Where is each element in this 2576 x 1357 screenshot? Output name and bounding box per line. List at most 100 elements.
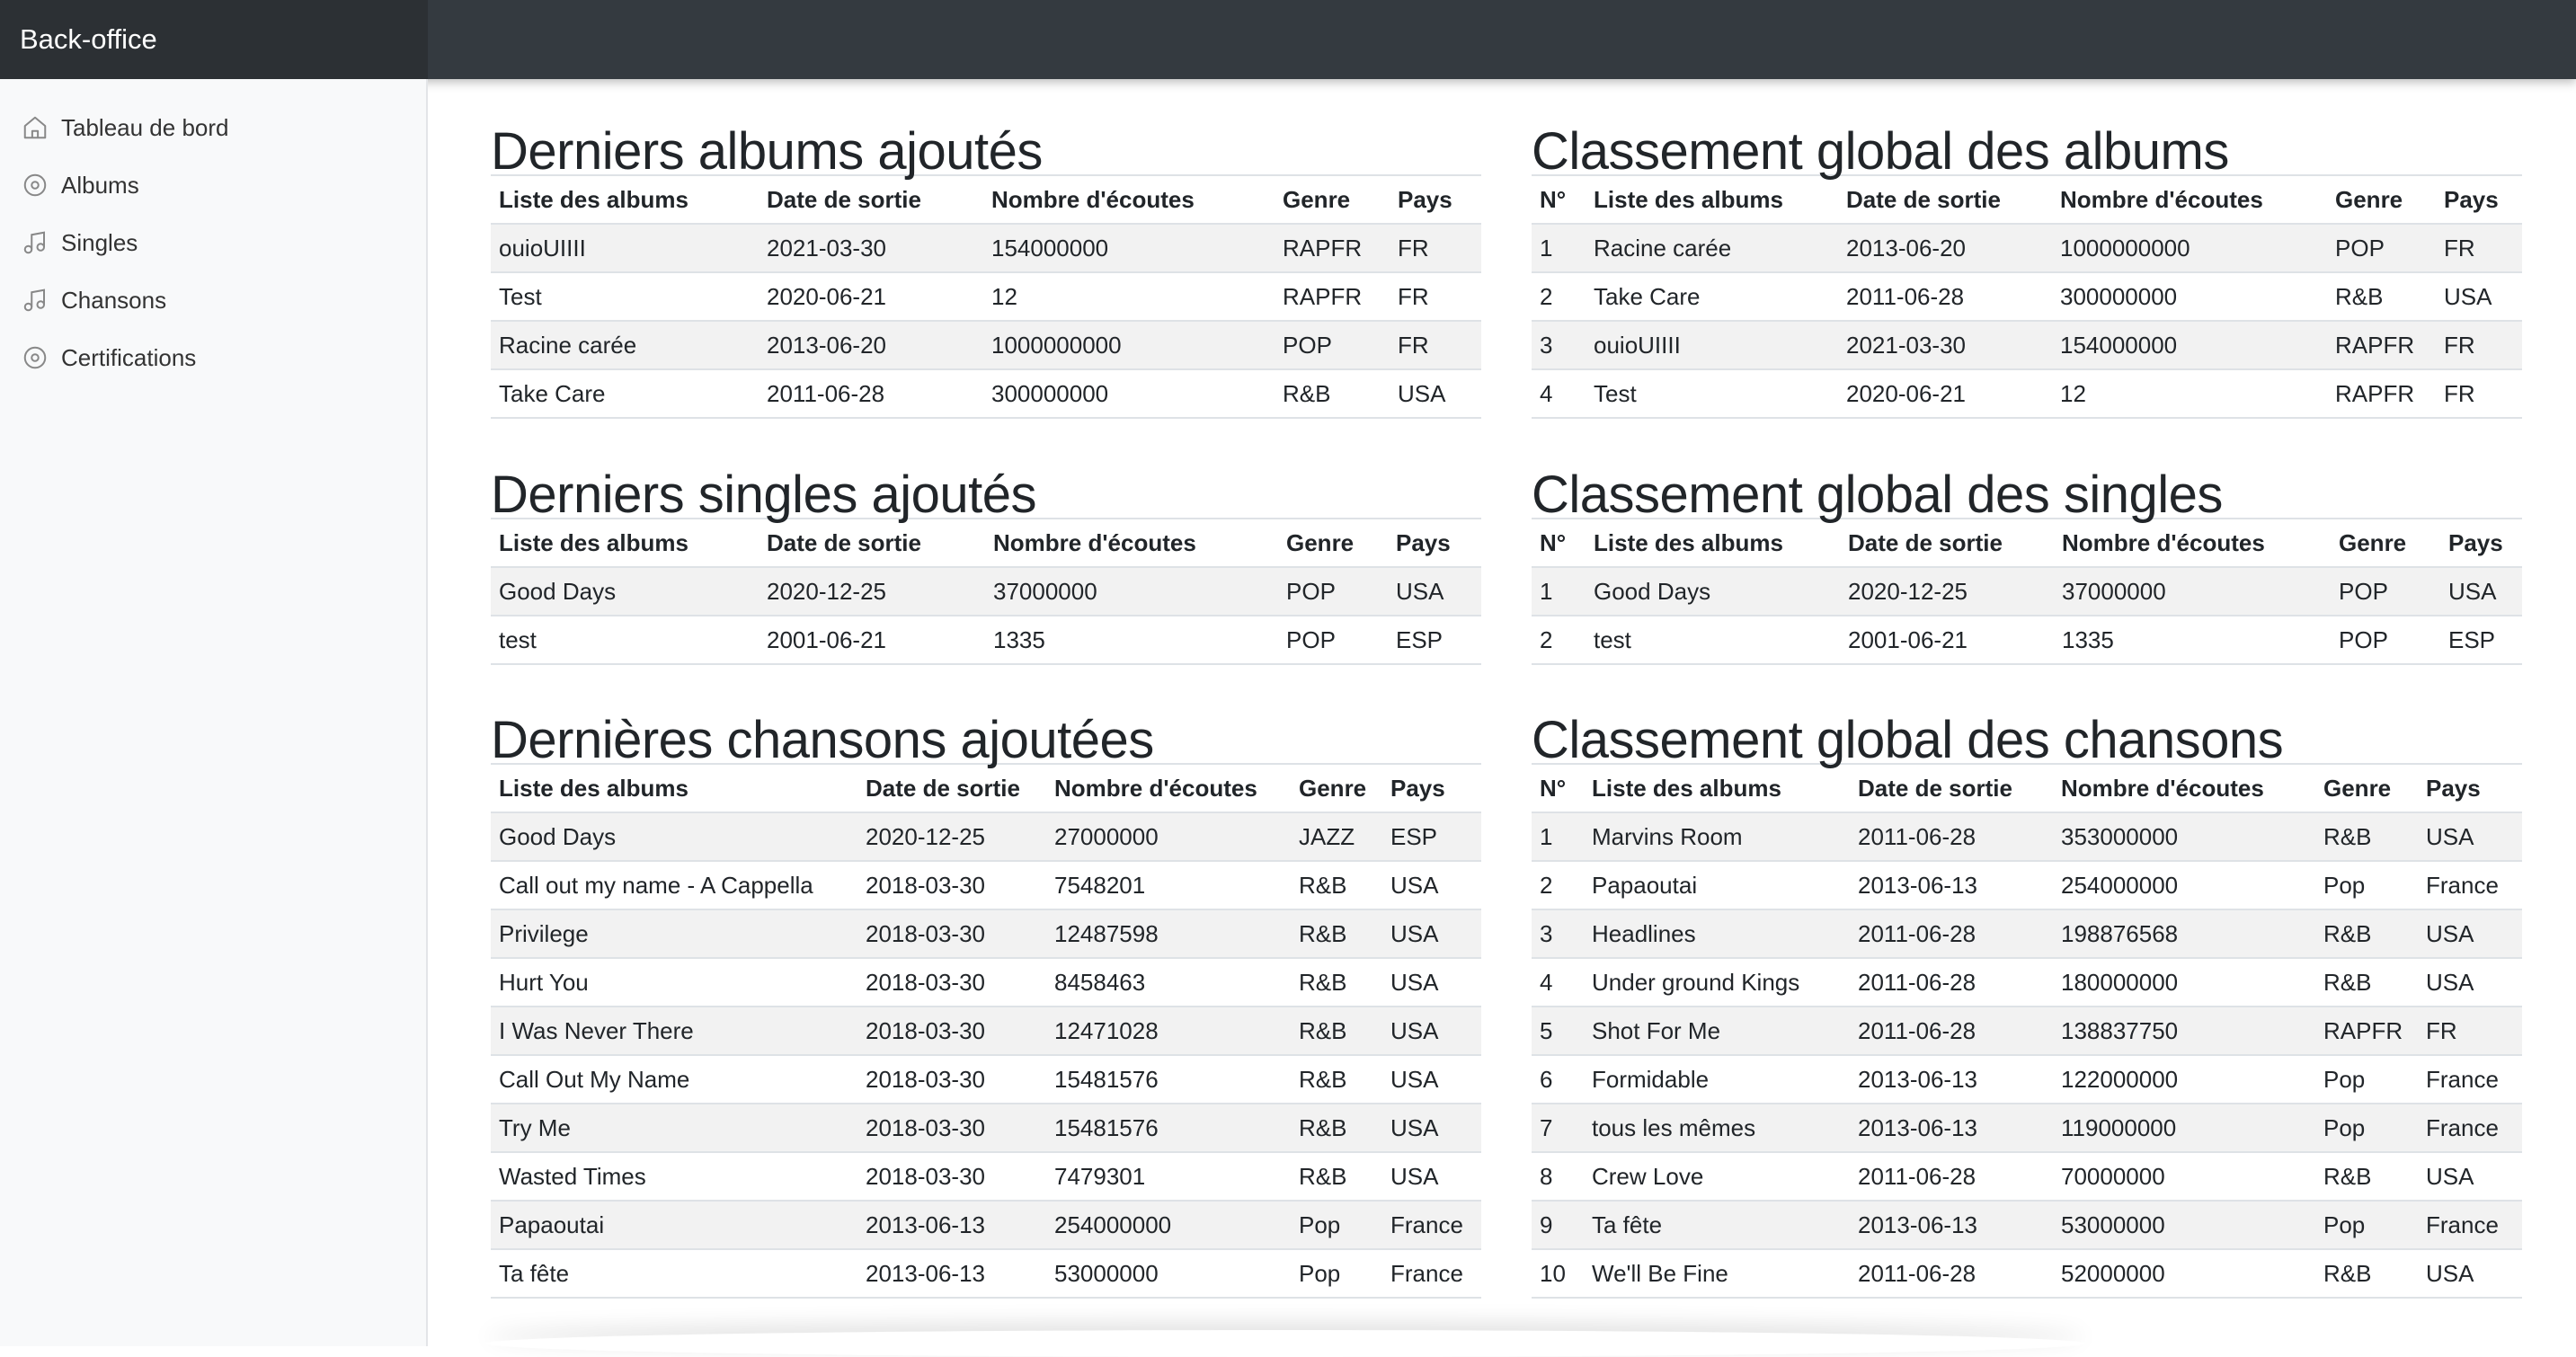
table-cell: Under ground Kings	[1584, 958, 1850, 1007]
table-row[interactable]: Hurt You 2018-03-30 8458463 R&B USA	[491, 958, 1481, 1007]
table-cell: Privilege	[491, 909, 857, 959]
table-row[interactable]: Call Out My Name 2018-03-30 15481576 R&B USA	[491, 1055, 1481, 1104]
column-header[interactable]: Genre	[2331, 518, 2440, 568]
column-header[interactable]: Date de sortie	[759, 518, 985, 568]
disc-icon	[22, 172, 49, 199]
table-row[interactable]: Racine carée 2013-06-20 1000000000 POP FR	[491, 321, 1481, 370]
table-row[interactable]: 8 Crew Love 2011-06-28 70000000 R&B USA	[1532, 1152, 2522, 1202]
table-row[interactable]: Call out my name - A Cappella 2018-03-30 7…	[491, 861, 1481, 910]
column-header[interactable]: Date de sortie	[1840, 518, 2054, 568]
table-row[interactable]: 1 Marvins Room 2011-06-28 353000000 R&B USA	[1532, 812, 2522, 862]
sidebar-item-certifications[interactable]: Certifications	[0, 329, 426, 386]
table-cell: USA	[1382, 1104, 1481, 1153]
table-row[interactable]: 10 We'll Be Fine 2011-06-28 52000000 R&B USA	[1532, 1249, 2522, 1299]
table-cell: 154000000	[2052, 321, 2327, 370]
table-row[interactable]: 4 Under ground Kings 2011-06-28 180000000 R&…	[1532, 958, 2522, 1007]
table-row[interactable]: Wasted Times 2018-03-30 7479301 R&B USA	[491, 1152, 1481, 1202]
table-cell: test	[491, 616, 759, 665]
table-row[interactable]: 4 Test 2020-06-21 12 RAPFR FR	[1532, 369, 2522, 419]
column-header[interactable]: Genre	[2315, 763, 2418, 813]
sidebar-item-chansons[interactable]: Chansons	[0, 271, 426, 329]
table-cell: 2	[1532, 861, 1584, 910]
column-header[interactable]: Liste des albums	[491, 518, 759, 568]
table-cell: POP	[1275, 321, 1390, 370]
column-header[interactable]: Date de sortie	[857, 763, 1046, 813]
column-header[interactable]: Liste des albums	[491, 174, 759, 225]
brand-link[interactable]: Back-office	[0, 0, 428, 79]
column-header[interactable]: Genre	[2327, 174, 2436, 225]
table-cell: Good Days	[491, 812, 857, 862]
table-row[interactable]: Good Days 2020-12-25 27000000 JAZZ ESP	[491, 812, 1481, 862]
table-row[interactable]: ouioUIIII 2021-03-30 154000000 RAPFR FR	[491, 224, 1481, 273]
column-header[interactable]: Nombre d'écoutes	[983, 174, 1275, 225]
column-header[interactable]: Pays	[2418, 763, 2522, 813]
column-header[interactable]: Nombre d'écoutes	[2052, 174, 2327, 225]
table-row[interactable]: 2 Take Care 2011-06-28 300000000 R&B USA	[1532, 272, 2522, 322]
table-cell: FR	[2436, 369, 2522, 419]
column-header[interactable]: Liste des albums	[1586, 518, 1840, 568]
table-row[interactable]: Take Care 2011-06-28 300000000 R&B USA	[491, 369, 1481, 419]
table-row[interactable]: test 2001-06-21 1335 POP ESP	[491, 616, 1481, 665]
table-row[interactable]: 5 Shot For Me 2011-06-28 138837750 RAPFR FR	[1532, 1007, 2522, 1056]
table-row[interactable]: Papaoutai 2013-06-13 254000000 Pop France	[491, 1201, 1481, 1250]
column-header[interactable]: N°	[1532, 518, 1586, 568]
table-cell: Pop	[2315, 1104, 2418, 1153]
sidebar-item-dashboard[interactable]: Tableau de bord	[0, 99, 426, 156]
column-header[interactable]: Date de sortie	[1838, 174, 2052, 225]
table-row[interactable]: Privilege 2018-03-30 12487598 R&B USA	[491, 909, 1481, 959]
album-ranking-section: Classement global des albums N° Liste de…	[1532, 104, 2522, 419]
table-row[interactable]: I Was Never There 2018-03-30 12471028 R&B US…	[491, 1007, 1481, 1056]
table-cell: Test	[491, 272, 759, 322]
table-row[interactable]: 2 Papaoutai 2013-06-13 254000000 Pop France	[1532, 861, 2522, 910]
column-header[interactable]: N°	[1532, 763, 1584, 813]
table-row[interactable]: 1 Racine carée 2013-06-20 1000000000 POP FR	[1532, 224, 2522, 273]
table-cell: USA	[2418, 1249, 2522, 1299]
table-cell: 1	[1532, 812, 1584, 862]
column-header[interactable]: Genre	[1291, 763, 1382, 813]
table-cell: Good Days	[491, 567, 759, 616]
column-header[interactable]: Nombre d'écoutes	[2053, 763, 2315, 813]
section-title: Derniers albums ajoutés	[491, 122, 1043, 181]
column-header[interactable]: Pays	[2440, 518, 2522, 568]
table-row[interactable]: Test 2020-06-21 12 RAPFR FR	[491, 272, 1481, 322]
table-row[interactable]: 9 Ta fête 2013-06-13 53000000 Pop France	[1532, 1201, 2522, 1250]
table-row[interactable]: 2 test 2001-06-21 1335 POP ESP	[1532, 616, 2522, 665]
table-row[interactable]: 3 ouioUIIII 2021-03-30 154000000 RAPFR FR	[1532, 321, 2522, 370]
table-cell: 2018-03-30	[857, 861, 1046, 910]
table-cell: 53000000	[2053, 1201, 2315, 1250]
column-header[interactable]: Nombre d'écoutes	[1046, 763, 1291, 813]
column-header[interactable]: Pays	[1390, 174, 1481, 225]
table-cell: USA	[2440, 567, 2522, 616]
column-header[interactable]: Pays	[1382, 763, 1481, 813]
column-header[interactable]: Nombre d'écoutes	[2054, 518, 2331, 568]
table-cell: USA	[1382, 1055, 1481, 1104]
table-cell: POP	[1278, 616, 1388, 665]
table-cell: R&B	[1291, 861, 1382, 910]
table-row[interactable]: 1 Good Days 2020-12-25 37000000 POP USA	[1532, 567, 2522, 616]
column-header[interactable]: Liste des albums	[491, 763, 857, 813]
sidebar-item-singles[interactable]: Singles	[0, 214, 426, 271]
table-header-row: N° Liste des albums Date de sortie Nombr…	[1532, 518, 2522, 568]
sidebar-item-albums[interactable]: Albums	[0, 156, 426, 214]
table-cell: USA	[1382, 909, 1481, 959]
table-row[interactable]: 6 Formidable 2013-06-13 122000000 Pop France	[1532, 1055, 2522, 1104]
column-header[interactable]: Date de sortie	[759, 174, 983, 225]
table-cell: 5	[1532, 1007, 1584, 1056]
table-row[interactable]: Try Me 2018-03-30 15481576 R&B USA	[491, 1104, 1481, 1153]
table-row[interactable]: Ta fête 2013-06-13 53000000 Pop France	[491, 1249, 1481, 1299]
table-row[interactable]: 7 tous les mêmes 2013-06-13 119000000 Pop Fra…	[1532, 1104, 2522, 1153]
column-header[interactable]: Liste des albums	[1586, 174, 1838, 225]
table-cell: 2013-06-20	[759, 321, 983, 370]
column-header[interactable]: Pays	[2436, 174, 2522, 225]
table-row[interactable]: 3 Headlines 2011-06-28 198876568 R&B USA	[1532, 909, 2522, 959]
column-header[interactable]: Nombre d'écoutes	[985, 518, 1278, 568]
column-header[interactable]: Liste des albums	[1584, 763, 1850, 813]
column-header[interactable]: Genre	[1278, 518, 1388, 568]
table-row[interactable]: Good Days 2020-12-25 37000000 POP USA	[491, 567, 1481, 616]
column-header[interactable]: Pays	[1388, 518, 1481, 568]
column-header[interactable]: N°	[1532, 174, 1586, 225]
table-cell: POP	[2331, 567, 2440, 616]
column-header[interactable]: Genre	[1275, 174, 1390, 225]
table-cell: JAZZ	[1291, 812, 1382, 862]
column-header[interactable]: Date de sortie	[1850, 763, 2053, 813]
